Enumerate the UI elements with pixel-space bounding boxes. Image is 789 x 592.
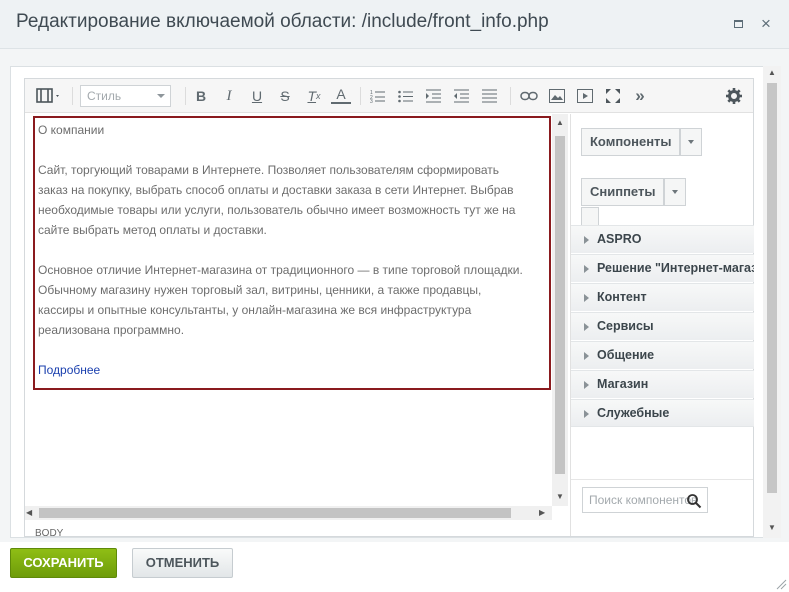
maximize-button[interactable] xyxy=(729,15,747,33)
component-group[interactable]: Контент xyxy=(571,283,754,311)
snippets-dropdown-button[interactable] xyxy=(664,178,686,206)
paragraph-line: Сайт, торгующий товарами в Интернете. По… xyxy=(38,163,499,177)
dialog-header: Редактирование включаемой области: /incl… xyxy=(0,0,789,49)
scroll-down-icon[interactable]: ▼ xyxy=(763,523,781,532)
view-mode-icon xyxy=(36,88,59,103)
paragraph-line: Обычному магазину нужен торговый зал, ви… xyxy=(38,283,482,297)
components-tab-button[interactable]: Компоненты xyxy=(581,128,680,156)
expand-arrow-icon xyxy=(584,323,589,331)
bullet-list-button[interactable] xyxy=(396,85,416,107)
paragraph-line: кассиры и опытные консультанты, у онлайн… xyxy=(38,303,472,317)
component-search-input[interactable]: Поиск компонентов xyxy=(582,487,708,513)
ordered-list-icon: 123 xyxy=(370,90,385,103)
gear-icon xyxy=(726,88,742,104)
fullscreen-icon xyxy=(606,89,620,103)
close-button[interactable]: × xyxy=(757,15,775,33)
insert-image-button[interactable] xyxy=(546,85,568,107)
toolbar-separator xyxy=(510,87,511,105)
save-button[interactable]: СОХРАНИТЬ xyxy=(10,548,117,578)
font-color-button[interactable]: A xyxy=(331,86,351,104)
content-hscroll-thumb[interactable] xyxy=(39,508,511,518)
content-scroll-thumb[interactable] xyxy=(555,136,565,474)
more-link[interactable]: Подробнее xyxy=(38,363,100,377)
strikethrough-button[interactable]: S xyxy=(275,85,295,107)
chevron-down-icon xyxy=(688,140,694,144)
panel-divider xyxy=(571,479,753,480)
insert-video-button[interactable] xyxy=(574,85,596,107)
insert-link-button[interactable] xyxy=(518,85,540,107)
resize-handle-icon[interactable] xyxy=(775,578,787,590)
close-icon: × xyxy=(761,14,771,33)
style-select[interactable]: Стиль xyxy=(80,85,171,107)
expand-arrow-icon xyxy=(584,352,589,360)
editable-content[interactable]: О компании Сайт, торгующий товарами в Ин… xyxy=(33,116,551,390)
outdent-button[interactable] xyxy=(452,85,472,107)
component-group[interactable]: Общение xyxy=(571,341,754,369)
outdent-icon xyxy=(454,89,469,103)
bold-button[interactable]: B xyxy=(191,85,211,107)
settings-button[interactable] xyxy=(723,85,745,107)
dialog-scrollbar[interactable]: ▲ ▼ xyxy=(763,66,781,538)
indent-icon xyxy=(426,89,441,103)
video-icon xyxy=(577,89,593,103)
component-group[interactable]: Решение "Интернет-магазин" xyxy=(571,254,754,282)
expand-arrow-icon xyxy=(584,381,589,389)
component-group[interactable]: Служебные xyxy=(571,399,754,427)
scroll-up-icon[interactable]: ▲ xyxy=(763,68,781,77)
bullet-list-icon xyxy=(398,90,413,103)
content-heading: О компании xyxy=(38,123,105,137)
content-vertical-scrollbar[interactable]: ▲ ▼ xyxy=(552,114,568,506)
component-group[interactable]: ASPRO xyxy=(571,225,754,253)
clear-format-button[interactable]: Tx xyxy=(303,85,325,107)
paragraph-line: Основное отличие Интернет-магазина от тр… xyxy=(38,263,523,277)
toolbar-separator xyxy=(360,87,361,105)
editor-toolbar: Стиль B I U S Tx A 123 » xyxy=(25,79,753,113)
dialog-scroll-thumb[interactable] xyxy=(767,83,777,493)
expand-arrow-icon xyxy=(584,294,589,302)
expand-arrow-icon xyxy=(584,236,589,244)
content-horizontal-scrollbar[interactable]: ◀ ▶ xyxy=(25,506,552,520)
more-tools-button[interactable]: » xyxy=(630,85,650,107)
italic-button[interactable]: I xyxy=(219,85,239,107)
maximize-icon xyxy=(733,20,743,28)
chevron-down-icon xyxy=(157,94,165,98)
dialog-title: Редактирование включаемой области: /incl… xyxy=(16,11,549,32)
underline-button[interactable]: U xyxy=(247,85,267,107)
view-mode-button[interactable] xyxy=(33,85,65,107)
ordered-list-button[interactable]: 123 xyxy=(368,85,388,107)
fullscreen-button[interactable] xyxy=(602,85,624,107)
expand-arrow-icon xyxy=(584,265,589,273)
component-group[interactable]: Магазин xyxy=(571,370,754,398)
components-dropdown-button[interactable] xyxy=(680,128,702,156)
cancel-button[interactable]: ОТМЕНИТЬ xyxy=(132,548,233,578)
justify-icon xyxy=(482,89,497,103)
indent-button[interactable] xyxy=(424,85,444,107)
image-icon xyxy=(549,89,565,103)
paragraph-line: необходимые товары или услуги, пользоват… xyxy=(38,203,516,217)
toolbar-separator xyxy=(72,87,73,105)
paragraph-line: реализована программно. xyxy=(38,323,185,337)
search-icon[interactable] xyxy=(686,493,702,509)
paragraph-line: заказ на покупку, выбрать способ оплаты … xyxy=(38,183,514,197)
toolbar-separator xyxy=(185,87,186,105)
snippets-tab-button[interactable]: Сниппеты xyxy=(581,178,664,206)
link-icon xyxy=(520,91,538,101)
justify-button[interactable] xyxy=(480,85,500,107)
chevron-down-icon xyxy=(672,190,678,194)
element-path[interactable]: BODY xyxy=(25,520,568,536)
scroll-up-icon[interactable]: ▲ xyxy=(552,118,568,127)
paragraph-line: сайте выбрать метод оплаты и доставки. xyxy=(38,223,267,237)
svg-text:3: 3 xyxy=(370,99,373,103)
scroll-left-icon[interactable]: ◀ xyxy=(26,506,32,520)
scroll-down-icon[interactable]: ▼ xyxy=(552,492,568,501)
expand-arrow-icon xyxy=(584,410,589,418)
component-group[interactable]: Сервисы xyxy=(571,312,754,340)
scroll-right-icon[interactable]: ▶ xyxy=(539,506,545,520)
